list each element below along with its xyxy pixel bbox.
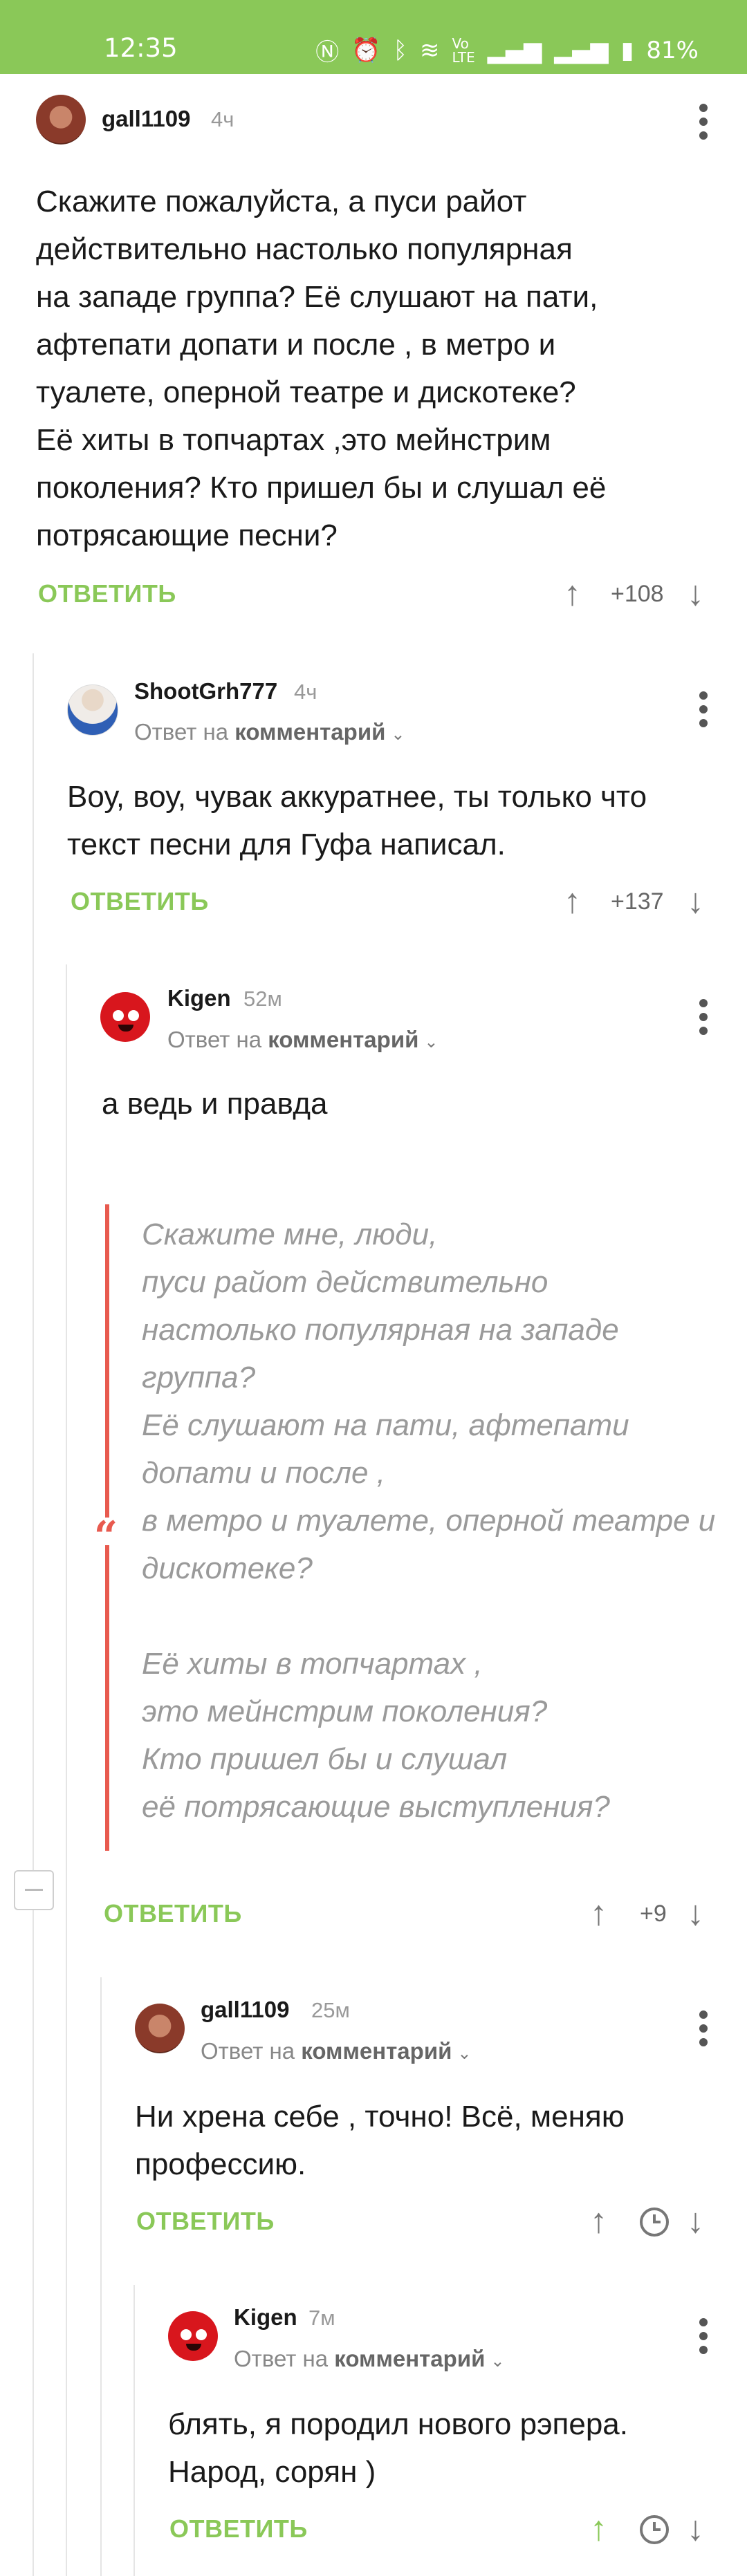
bluetooth-icon: ᛒ [393, 36, 408, 64]
battery-icon: ▮ [620, 36, 634, 64]
comment-text: Ни хрена себе , точно! Всё, меняю профес… [135, 2100, 625, 2181]
comment-time: 7м [308, 2306, 335, 2330]
quote-text: Скажите мне, люди, пуси райот действител… [142, 1217, 716, 1824]
comment-author[interactable]: Kigen [167, 985, 231, 1011]
reply-to-link[interactable]: Ответ на комментарий ⌄ [201, 2038, 472, 2064]
reply-button[interactable]: ОТВЕТИТЬ [71, 887, 209, 916]
reply-button[interactable]: ОТВЕТИТЬ [38, 579, 176, 608]
upvote-icon[interactable]: ↑ [590, 2203, 607, 2238]
avatar[interactable] [36, 95, 86, 144]
battery-percent: 81% [646, 36, 699, 64]
reply-button[interactable]: ОТВЕТИТЬ [104, 1899, 242, 1928]
status-bar: 12:35 Ⓝ ⏰ ᛒ ≋ Vo LTE ▂▄▆ ▂▄▆ ▮ 81% [0, 0, 747, 74]
chevron-down-icon: ⌄ [457, 2044, 472, 2063]
comment-text: блять, я породил нового рэпера. Народ, с… [168, 2407, 629, 2489]
avatar[interactable] [168, 2311, 218, 2361]
more-options-icon[interactable] [698, 691, 709, 733]
comment-time: 25м [311, 1998, 350, 2022]
nfc-icon: Ⓝ [315, 39, 340, 66]
downvote-icon[interactable]: ↓ [687, 2511, 704, 2546]
reply-button[interactable]: ОТВЕТИТЬ [169, 2514, 308, 2544]
comment-text: Воу, воу, чувак аккуратнее, ты только чт… [67, 780, 647, 861]
signal-icon: ▂▄▆ [487, 36, 542, 64]
reply-to-link[interactable]: Ответ на комментарий ⌄ [134, 719, 405, 745]
chevron-down-icon: ⌄ [490, 2352, 505, 2371]
avatar[interactable] [67, 684, 118, 736]
rating-score: +9 [640, 1901, 667, 1927]
comment-text: а ведь и правда [102, 1087, 328, 1121]
comment-time: 4ч [211, 107, 234, 131]
reply-to-link[interactable]: Ответ на комментарий ⌄ [234, 2346, 505, 2372]
comment-time: 52м [243, 987, 282, 1011]
reply-to-link[interactable]: Ответ на комментарий ⌄ [167, 1027, 439, 1053]
thread-line [100, 1977, 102, 2576]
chevron-down-icon: ⌄ [424, 1033, 439, 1052]
upvote-icon[interactable]: ↑ [564, 884, 581, 918]
status-icons: Ⓝ ⏰ ᛒ ≋ Vo LTE ▂▄▆ ▂▄▆ ▮ 81% [315, 33, 699, 67]
volte-icon: Vo LTE [452, 35, 475, 66]
more-options-icon[interactable] [698, 999, 709, 1040]
more-options-icon[interactable] [698, 2318, 709, 2360]
more-options-icon[interactable] [698, 104, 709, 145]
chevron-down-icon: ⌄ [391, 725, 405, 744]
avatar[interactable] [135, 2004, 185, 2053]
alarm-icon: ⏰ [351, 36, 381, 64]
thread-line [133, 2285, 135, 2576]
collapse-thread-button[interactable] [14, 1870, 54, 1910]
clock-icon [640, 2208, 669, 2237]
thread-line [66, 964, 67, 2576]
downvote-icon[interactable]: ↓ [687, 576, 704, 610]
upvote-icon[interactable]: ↑ [590, 1896, 607, 1930]
wifi-icon: ≋ [420, 36, 440, 64]
upvote-icon[interactable]: ↑ [564, 576, 581, 610]
upvote-icon[interactable]: ↑ [590, 2511, 607, 2546]
comment-text: Скажите пожалуйста, а пуси райот действи… [36, 185, 607, 552]
clock-icon [640, 2515, 669, 2544]
comment-author[interactable]: gall1109 [102, 106, 190, 132]
downvote-icon[interactable]: ↓ [687, 1896, 704, 1930]
status-time: 12:35 [104, 33, 178, 63]
signal-icon: ▂▄▆ [554, 36, 609, 64]
comment-author[interactable]: Kigen [234, 2304, 297, 2331]
downvote-icon[interactable]: ↓ [687, 2203, 704, 2238]
avatar[interactable] [100, 992, 150, 1042]
quote-icon: “ [92, 1516, 120, 1558]
downvote-icon[interactable]: ↓ [687, 884, 704, 918]
rating-score: +108 [611, 581, 664, 607]
comment-time: 4ч [294, 680, 317, 704]
more-options-icon[interactable] [698, 2010, 709, 2052]
rating-score: +137 [611, 888, 664, 915]
comment-author[interactable]: ShootGrh777 [134, 678, 277, 704]
thread-line [33, 653, 34, 2576]
reply-button[interactable]: ОТВЕТИТЬ [136, 2207, 275, 2236]
comment-author[interactable]: gall1109 [201, 1997, 289, 2023]
